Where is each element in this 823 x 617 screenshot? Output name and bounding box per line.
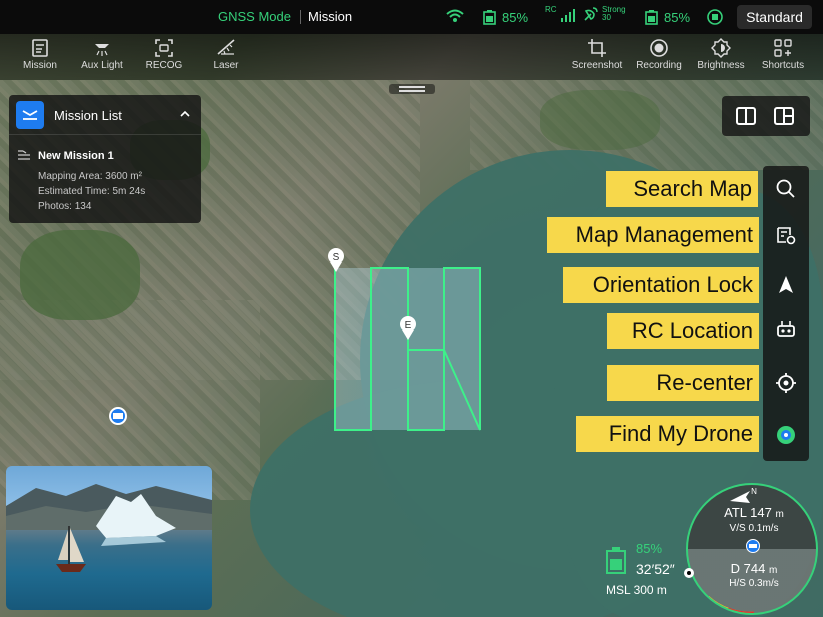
- find-my-drone-icon: [777, 426, 795, 444]
- home-direction-icon: [684, 568, 694, 578]
- screenshot-icon: [588, 39, 606, 57]
- mission-list-header[interactable]: Mission List: [9, 95, 201, 135]
- wifi-icon: [446, 8, 464, 24]
- toolbar-screenshot[interactable]: Screenshot: [567, 38, 627, 71]
- toolbar-laser-label: Laser: [213, 60, 239, 71]
- find-my-drone-button[interactable]: [763, 412, 809, 458]
- image-transmission-signal: Strong 30: [583, 6, 626, 22]
- attitude-indicator[interactable]: N ATL 147 m V/S 0.1m/s D 744 m H/S 0.3m/…: [686, 483, 818, 615]
- signal-strength-value: 30: [602, 13, 611, 22]
- rc-battery[interactable]: 85%: [643, 8, 690, 26]
- drone-battery-telemetry-icon: [606, 547, 626, 574]
- mission-estimated-time: Estimated Time: 5m 24s: [38, 186, 146, 197]
- map-management-button[interactable]: [763, 212, 809, 258]
- flight-mode[interactable]: GNSS Mode: [218, 9, 291, 24]
- map-tools-panel: [763, 166, 809, 461]
- recog-icon: [155, 39, 173, 57]
- view-layout-panel: [722, 96, 810, 136]
- satellite-dish-icon: [584, 7, 598, 21]
- mission-mapping-area: Mapping Area: 3600 m²: [38, 171, 142, 182]
- callout-orientation-lock: Orientation Lock: [563, 267, 759, 303]
- drone-battery-value: 85%: [502, 9, 529, 25]
- telemetry-battery-percent: 85%: [636, 541, 663, 556]
- mission-photos: Photos: 134: [38, 201, 92, 212]
- toolbar-screenshot-label: Screenshot: [571, 60, 623, 71]
- map-management-icon: [777, 227, 796, 245]
- split-view-icon[interactable]: [734, 104, 758, 128]
- signal-bars-icon: [560, 9, 575, 22]
- home-point-icon[interactable]: [109, 407, 127, 425]
- toolbar-recording[interactable]: Recording: [629, 38, 689, 71]
- toolbar-brightness-label: Brightness: [697, 60, 745, 71]
- recenter-button[interactable]: [763, 360, 809, 406]
- toolbar-drag-handle[interactable]: [389, 84, 435, 94]
- rc-battery-value: 85%: [664, 9, 691, 25]
- rc-battery-icon: [645, 10, 658, 25]
- drone-battery[interactable]: 85%: [481, 8, 528, 26]
- recenter-icon: [776, 373, 796, 393]
- mission-name[interactable]: New Mission 1: [38, 150, 114, 162]
- toolbar-aux-light-label: Aux Light: [81, 60, 123, 71]
- toolbar-recording-label: Recording: [636, 60, 682, 71]
- rc-location-icon: [777, 321, 795, 337]
- drone-battery-icon: [483, 10, 496, 25]
- status-divider: [300, 10, 301, 24]
- mission-waypoint-icon: [18, 150, 30, 160]
- callout-find-my-drone: Find My Drone: [576, 416, 759, 452]
- grid-view-icon[interactable]: [772, 104, 796, 128]
- toolbar-brightness[interactable]: Brightness: [691, 38, 751, 71]
- search-map-button[interactable]: [763, 166, 809, 212]
- callout-recenter: Re-center: [607, 365, 759, 401]
- recording-icon: [650, 39, 668, 57]
- rc-signal: RC: [545, 5, 576, 22]
- callout-rc-location: RC Location: [607, 313, 759, 349]
- rc-location-button[interactable]: [763, 306, 809, 352]
- flight-status[interactable]: Mission: [308, 9, 352, 24]
- toolbar-recog[interactable]: RECOG: [134, 38, 194, 71]
- mission-icon: [32, 39, 48, 57]
- rc-label: RC: [545, 5, 557, 14]
- end-marker-label: E: [405, 320, 412, 331]
- shortcuts-icon: [774, 39, 792, 57]
- status-bar: GNSS Mode Mission 85% RC Strong 30 85% S…: [0, 0, 823, 34]
- telemetry-msl: MSL 300 m: [606, 583, 667, 597]
- toolbar-laser[interactable]: Laser: [196, 38, 256, 71]
- toolbar: Mission Aux Light RECOG Laser Screenshot…: [0, 34, 823, 80]
- mission-list-title: Mission List: [54, 108, 122, 123]
- brightness-icon: [711, 38, 731, 58]
- laser-icon: [217, 39, 235, 55]
- orientation-lock-icon: [779, 276, 793, 293]
- mission-list-panel: Mission List New Mission 1 Mapping Area:…: [9, 95, 201, 223]
- toolbar-aux-light[interactable]: Aux Light: [72, 38, 132, 71]
- camera-preview[interactable]: [6, 466, 212, 610]
- toolbar-recog-label: RECOG: [145, 60, 183, 71]
- callout-map-management: Map Management: [547, 217, 759, 253]
- toolbar-shortcuts-label: Shortcuts: [761, 60, 805, 71]
- start-marker-label: S: [333, 252, 340, 263]
- camera-preview-scene: [6, 484, 212, 572]
- obstacle-sensing-icon[interactable]: [706, 8, 724, 26]
- telemetry-flight-time: 32′52″: [636, 561, 675, 577]
- toolbar-shortcuts[interactable]: Shortcuts: [753, 38, 813, 71]
- standard-mode-button[interactable]: Standard: [737, 5, 812, 29]
- search-icon: [776, 179, 795, 198]
- callout-search-map: Search Map: [606, 171, 758, 207]
- altitude-arc: [706, 595, 754, 613]
- orientation-lock-button[interactable]: [763, 262, 809, 308]
- aux-light-icon: [95, 44, 109, 56]
- chevron-up-icon[interactable]: [179, 108, 191, 120]
- toolbar-mission[interactable]: Mission: [10, 38, 70, 71]
- mission-list-icon: [16, 101, 44, 129]
- toolbar-mission-label: Mission: [23, 60, 57, 71]
